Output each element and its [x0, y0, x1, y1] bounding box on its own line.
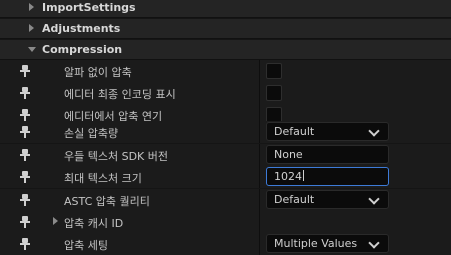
- property-row-lossy-compression: 손실 압축량 Default: [0, 121, 451, 143]
- dropdown-value: Multiple Values: [274, 237, 358, 250]
- pin-icon[interactable]: [20, 149, 30, 161]
- property-label: 우들 텍스처 SDK 버전: [64, 150, 168, 163]
- pin-icon[interactable]: [20, 216, 30, 228]
- property-label: 최대 텍스처 크기: [64, 172, 142, 185]
- max-texture-size-input[interactable]: 1024: [266, 167, 389, 186]
- pin-icon[interactable]: [20, 65, 30, 77]
- astc-quality-dropdown[interactable]: Default: [266, 190, 389, 209]
- pin-icon[interactable]: [20, 126, 30, 138]
- property-row-no-alpha: 알파 없이 압축: [0, 60, 451, 82]
- property-label: ASTC 압축 퀄리티: [64, 195, 150, 208]
- chevron-down-icon: [368, 237, 380, 249]
- pin-icon[interactable]: [20, 109, 30, 121]
- chevron-right-icon[interactable]: [53, 217, 58, 225]
- chevron-down-icon: [28, 47, 36, 52]
- chevron-right-icon: [29, 3, 34, 11]
- no-alpha-checkbox[interactable]: [266, 63, 282, 79]
- chevron-right-icon: [29, 24, 34, 32]
- column-divider[interactable]: [259, 144, 260, 166]
- field-value: 1024: [274, 170, 304, 183]
- dropdown-value: Default: [274, 125, 315, 138]
- column-divider[interactable]: [259, 189, 260, 211]
- show-editor-encoding-checkbox[interactable]: [266, 85, 282, 101]
- property-row-compression-cache-id[interactable]: 압축 캐시 ID: [0, 211, 451, 233]
- section-compression[interactable]: Compression: [0, 40, 451, 60]
- section-label: Compression: [42, 43, 123, 56]
- pin-icon[interactable]: [20, 194, 30, 206]
- lossy-compression-dropdown[interactable]: Default: [266, 122, 389, 141]
- pin-icon[interactable]: [20, 87, 30, 99]
- oodle-sdk-version-field[interactable]: None: [266, 145, 389, 164]
- section-adjustments[interactable]: Adjustments: [0, 19, 451, 39]
- chevron-down-icon: [368, 125, 380, 137]
- property-label: 알파 없이 압축: [64, 66, 132, 79]
- section-label: Adjustments: [42, 22, 121, 35]
- property-label: 에디터 최종 인코딩 표시: [64, 88, 176, 101]
- section-importsettings[interactable]: ImportSettings: [0, 0, 451, 18]
- property-label: 손실 압축량: [64, 127, 119, 140]
- dropdown-value: Default: [274, 193, 315, 206]
- text-caret: [303, 170, 304, 181]
- column-divider[interactable]: [259, 121, 260, 143]
- pin-icon[interactable]: [20, 171, 30, 183]
- compression-settings-dropdown[interactable]: Multiple Values: [266, 234, 389, 253]
- property-row-show-editor-encoding: 에디터 최종 인코딩 표시: [0, 82, 451, 104]
- property-label: 압축 캐시 ID: [64, 217, 124, 230]
- property-row-max-texture-size: 최대 텍스처 크기 1024: [0, 166, 451, 188]
- field-value: None: [274, 148, 303, 161]
- property-row-oodle-sdk-version: 우들 텍스처 SDK 버전 None: [0, 144, 451, 166]
- pin-icon[interactable]: [20, 238, 30, 250]
- chevron-down-icon: [368, 193, 380, 205]
- column-divider[interactable]: [259, 60, 260, 82]
- column-divider[interactable]: [259, 166, 260, 188]
- column-divider[interactable]: [259, 211, 260, 233]
- property-label: 압축 세팅: [64, 239, 108, 252]
- column-divider[interactable]: [259, 82, 260, 104]
- property-row-astc-quality: ASTC 압축 퀄리티 Default: [0, 189, 451, 211]
- section-label: ImportSettings: [42, 1, 136, 14]
